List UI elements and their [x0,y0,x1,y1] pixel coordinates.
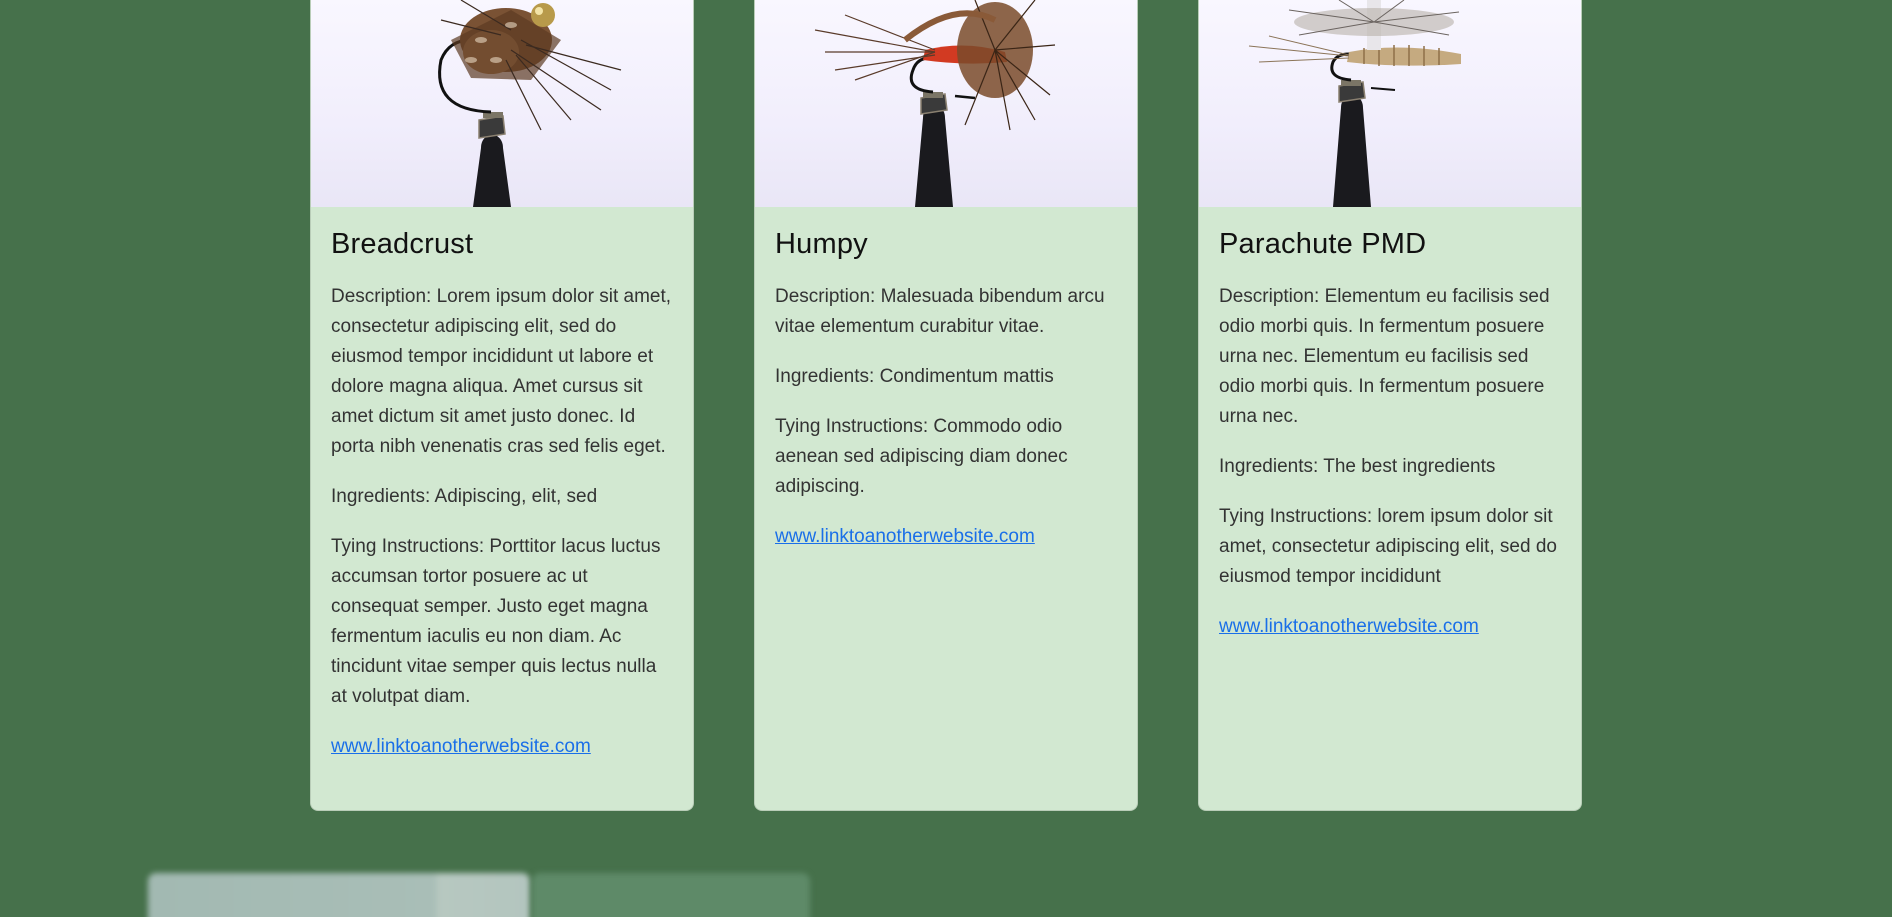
card-description: Description: Elementum eu facilisis sed … [1219,285,1550,427]
card-title: Parachute PMD [1219,228,1427,260]
fly-parachute-pmd-image [1199,0,1581,207]
card-link[interactable]: www.linktoanotherwebsite.com [331,732,591,762]
blurred-panel-preview [532,873,810,917]
card-title: Breadcrust [331,228,474,260]
card-link[interactable]: www.linktoanotherwebsite.com [775,522,1035,552]
card-description: Description: Malesuada bibendum arcu vit… [775,285,1105,337]
card-ingredients: Ingredients: Condimentum mattis [775,365,1054,387]
fly-card-breadcrust: Breadcrust Description: Lorem ipsum dolo… [310,0,694,811]
card-ingredients: Ingredients: The best ingredients [1219,455,1496,477]
card-tying-instructions: Tying Instructions: Porttitor lacus luct… [331,535,661,707]
fly-card-humpy: Humpy Description: Malesuada bibendum ar… [754,0,1138,811]
card-description: Description: Lorem ipsum dolor sit amet,… [331,285,672,457]
card-tying-instructions: Tying Instructions: Commodo odio aenean … [775,415,1068,497]
blurred-card-preview [148,873,530,917]
card-title: Humpy [775,228,868,260]
card-ingredients: Ingredients: Adipiscing, elit, sed [331,485,598,507]
fly-breadcrust-image [311,0,693,207]
fly-humpy-image [755,0,1137,207]
fly-card-parachute-pmd: Parachute PMD Description: Elementum eu … [1198,0,1582,811]
card-link[interactable]: www.linktoanotherwebsite.com [1219,612,1479,642]
card-tying-instructions: Tying Instructions: lorem ipsum dolor si… [1219,505,1557,587]
page: Breadcrust Description: Lorem ipsum dolo… [0,0,1892,917]
